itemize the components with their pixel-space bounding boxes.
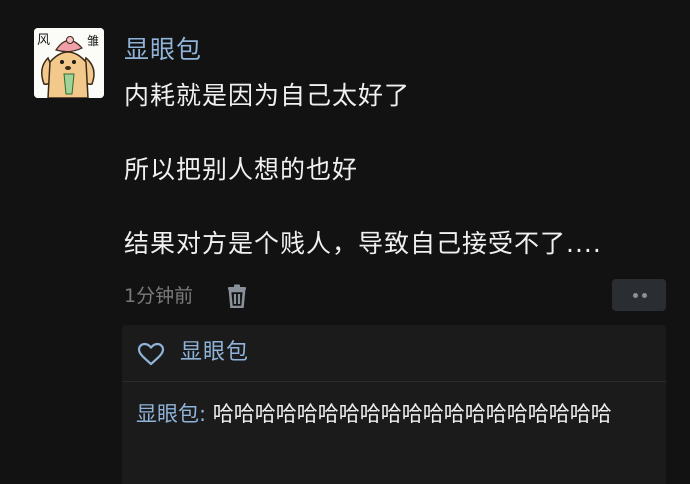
post-content-line-3: 结果对方是个贱人，导致自己接受不了.... [124, 229, 602, 258]
avatar-text-left: 风 [37, 33, 50, 48]
comment-separator: : [199, 402, 213, 426]
heart-icon [137, 342, 165, 366]
moment-post: 风 雏 显眼包 内耗就是因为自己太好了 所以把别人想的也好 结果对方是个贱人，导… [0, 0, 690, 484]
avatar[interactable]: 风 雏 [34, 28, 104, 98]
more-dots-icon [633, 293, 638, 298]
liker-name[interactable]: 显眼包 [180, 338, 249, 368]
cartoon-dog-avatar-icon: 风 雏 [34, 28, 104, 98]
avatar-text-right: 雏 [87, 33, 99, 48]
comment-author-name[interactable]: 显眼包 [136, 402, 199, 426]
trash-icon[interactable] [226, 284, 248, 308]
comment-text: 哈哈哈哈哈哈哈哈哈哈哈哈哈哈哈哈哈哈哈 [212, 402, 612, 426]
more-dots-icon [642, 293, 647, 298]
interaction-panel: 显眼包 显眼包: 哈哈哈哈哈哈哈哈哈哈哈哈哈哈哈哈哈哈哈 [122, 325, 666, 484]
comment-item[interactable]: 显眼包: 哈哈哈哈哈哈哈哈哈哈哈哈哈哈哈哈哈哈哈 [136, 397, 664, 431]
likes-row: 显眼包 [122, 325, 666, 382]
post-content-line-2: 所以把别人想的也好 [124, 155, 359, 184]
post-content-line-1: 内耗就是因为自己太好了 [124, 81, 411, 110]
post-timestamp: 1分钟前 [124, 285, 194, 307]
post-author-name[interactable]: 显眼包 [124, 34, 202, 66]
more-actions-button[interactable] [612, 279, 666, 311]
